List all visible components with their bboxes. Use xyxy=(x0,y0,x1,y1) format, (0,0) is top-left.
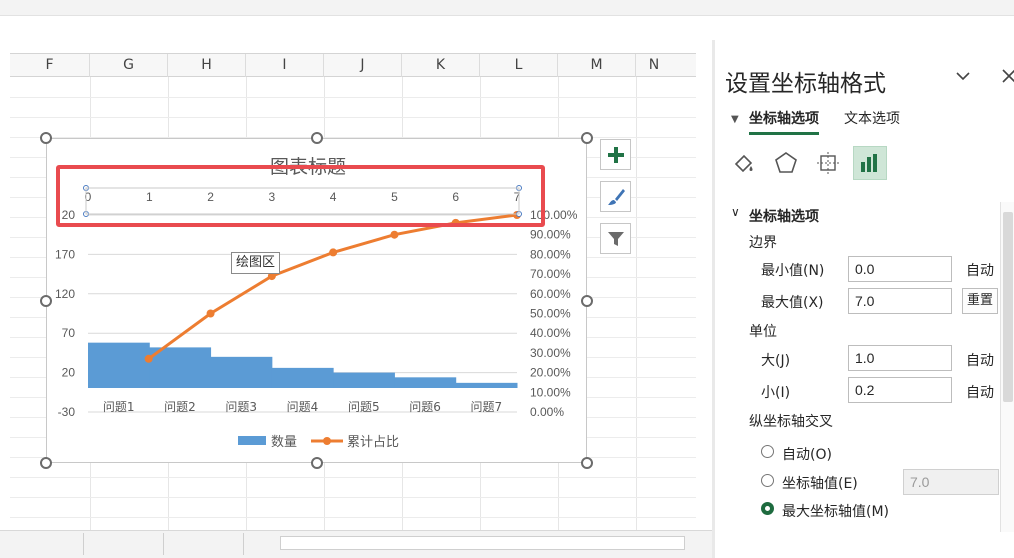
column-header-m[interactable]: M xyxy=(558,54,636,77)
major-unit-label: 大(J) xyxy=(761,353,791,369)
column-header-n[interactable]: N xyxy=(636,54,672,77)
radio-cross-axis-value[interactable] xyxy=(761,474,774,487)
ribbon-strip xyxy=(0,0,1014,16)
sheet-tab[interactable] xyxy=(86,533,164,555)
sheet-tab-bar xyxy=(0,530,712,558)
major-unit-input[interactable] xyxy=(848,345,952,371)
major-unit-status: 自动 xyxy=(966,353,994,369)
chart-legend[interactable]: 数量 累计占比 xyxy=(238,431,399,450)
plus-icon xyxy=(607,146,624,163)
close-icon[interactable] xyxy=(1001,68,1014,88)
cross-axis-value-input[interactable] xyxy=(903,469,999,495)
format-axis-panel: 设置坐标轴格式 ▼ 坐标轴选项 文本选项 ∨ 坐标轴选项 边界 最小值(N) 自… xyxy=(715,40,1014,558)
fill-line-icon[interactable] xyxy=(727,146,761,180)
resize-handle[interactable] xyxy=(581,132,593,144)
min-bound-status: 自动 xyxy=(966,263,994,279)
chart-filters-button[interactable] xyxy=(600,223,631,254)
legend-label-line: 累计占比 xyxy=(347,435,400,450)
radio-cross-max-label[interactable]: 最大坐标轴值(M) xyxy=(782,501,889,521)
highlight-box-top-axis xyxy=(56,165,545,227)
max-bound-label: 最大值(X) xyxy=(761,295,824,311)
resize-handle[interactable] xyxy=(581,457,593,469)
axis-options-icon[interactable] xyxy=(853,146,887,180)
column-header-k[interactable]: K xyxy=(402,54,480,77)
panel-scroll-thumb[interactable] xyxy=(1003,212,1013,402)
column-header-f[interactable]: F xyxy=(10,54,90,77)
size-properties-icon[interactable] xyxy=(811,146,845,180)
units-label: 单位 xyxy=(749,324,777,340)
bounds-label: 边界 xyxy=(749,235,777,251)
chevron-down-icon[interactable] xyxy=(955,68,971,88)
panel-vertical-scrollbar[interactable] xyxy=(1000,202,1014,532)
column-header-l[interactable]: L xyxy=(480,54,558,77)
filter-icon xyxy=(607,231,624,246)
resize-handle[interactable] xyxy=(581,295,593,307)
section-collapse-icon[interactable]: ∨ xyxy=(731,205,740,219)
column-header-j[interactable]: J xyxy=(324,54,402,77)
min-bound-input[interactable] xyxy=(848,256,952,282)
caret-down-icon[interactable]: ▼ xyxy=(731,114,739,125)
effects-icon[interactable] xyxy=(769,146,803,180)
minor-unit-input[interactable] xyxy=(848,377,952,403)
legend-swatch-bar xyxy=(238,436,266,445)
brush-icon xyxy=(607,188,625,205)
chart-elements-button[interactable] xyxy=(600,139,631,170)
column-header-g[interactable]: G xyxy=(90,54,168,77)
sheet-tab[interactable] xyxy=(166,533,244,555)
section-header-axis-options[interactable]: 坐标轴选项 xyxy=(749,206,819,226)
resize-handle[interactable] xyxy=(40,132,52,144)
radio-cross-axis-value-label[interactable]: 坐标轴值(E) xyxy=(782,473,858,493)
legend-swatch-line xyxy=(311,436,344,445)
plot-area-tooltip: 绘图区 xyxy=(231,252,281,274)
axis-cross-label: 纵坐标轴交叉 xyxy=(749,414,833,430)
chart-styles-button[interactable] xyxy=(600,181,631,212)
radio-cross-auto[interactable] xyxy=(761,445,774,458)
tab-text-options[interactable]: 文本选项 xyxy=(844,108,900,128)
horizontal-scrollbar[interactable] xyxy=(280,536,685,550)
radio-cross-auto-label[interactable]: 自动(O) xyxy=(782,444,832,464)
column-header-i[interactable]: I xyxy=(246,54,324,77)
minor-unit-label: 小(I) xyxy=(761,385,791,401)
resize-handle[interactable] xyxy=(40,457,52,469)
sheet-tab[interactable] xyxy=(6,533,84,555)
resize-handle[interactable] xyxy=(311,132,323,144)
max-bound-input[interactable] xyxy=(848,288,952,314)
radio-cross-max[interactable] xyxy=(761,502,774,515)
resize-handle[interactable] xyxy=(311,457,323,469)
column-header-h[interactable]: H xyxy=(168,54,246,77)
max-bound-reset-button[interactable]: 重置 xyxy=(962,288,999,314)
tab-axis-options[interactable]: 坐标轴选项 xyxy=(749,108,819,135)
min-bound-label: 最小值(N) xyxy=(761,263,825,279)
panel-title: 设置坐标轴格式 xyxy=(725,71,886,97)
legend-label-bar: 数量 xyxy=(271,435,298,450)
resize-handle[interactable] xyxy=(40,295,52,307)
column-header-row: F G H I J K L M N xyxy=(10,53,696,77)
minor-unit-status: 自动 xyxy=(966,385,994,401)
